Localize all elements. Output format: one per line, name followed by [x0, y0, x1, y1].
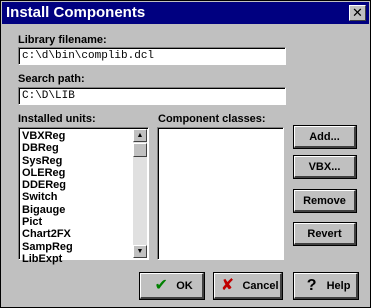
list-item[interactable]: SampReg	[22, 241, 132, 253]
list-item[interactable]: Switch	[22, 191, 132, 203]
title-bar: Install Components ✕	[2, 2, 369, 24]
search-path-label: Search path:	[18, 73, 85, 85]
x-icon: ✘	[220, 277, 235, 295]
list-item[interactable]: OLEReg	[22, 167, 132, 179]
scroll-down-icon[interactable]: ▼	[133, 245, 147, 258]
vbx-button-label: VBX...	[308, 161, 341, 173]
window-title: Install Components	[6, 4, 146, 21]
list-item[interactable]: Chart2FX	[22, 228, 132, 240]
list-item[interactable]: Pict	[22, 216, 132, 228]
search-path-field[interactable]: C:\D\LIB	[18, 87, 286, 105]
cancel-button[interactable]: ✘ Cancel	[213, 272, 283, 300]
question-icon: ?	[306, 277, 317, 295]
list-item[interactable]: DBReg	[22, 142, 132, 154]
list-item[interactable]: DDEReg	[22, 179, 132, 191]
remove-button-label: Remove	[303, 195, 346, 207]
cancel-button-label: Cancel	[242, 280, 279, 292]
installed-units-scrollbar[interactable]: ▲ ▼	[133, 129, 147, 258]
install-components-dialog: Install Components ✕ Library filename: c…	[0, 0, 371, 308]
help-button-label: Help	[326, 280, 351, 292]
list-item[interactable]: VBXReg	[22, 130, 132, 142]
component-classes-list[interactable]	[157, 127, 284, 260]
library-filename-label: Library filename:	[18, 34, 107, 46]
list-item[interactable]: SysReg	[22, 155, 132, 167]
list-item[interactable]: LibExpt	[22, 253, 132, 265]
library-filename-field[interactable]: c:\d\bin\complib.dcl	[18, 47, 286, 65]
close-icon: ✕	[352, 5, 363, 20]
help-button[interactable]: ? Help	[293, 272, 359, 300]
ok-button[interactable]: ✔ OK	[139, 272, 205, 300]
installed-units-list[interactable]: VBXReg DBReg SysReg OLEReg DDEReg Switch Bigau…	[18, 127, 149, 265]
scroll-up-icon[interactable]: ▲	[133, 129, 147, 142]
add-button-label: Add...	[309, 131, 340, 143]
installed-units-items: VBXReg DBReg SysReg OLEReg DDEReg Switch Bigau…	[22, 130, 132, 265]
scroll-thumb[interactable]	[133, 143, 147, 157]
revert-button-label: Revert	[307, 228, 342, 240]
ok-button-label: OK	[176, 280, 193, 292]
list-item[interactable]: Bigauge	[22, 204, 132, 216]
vbx-button[interactable]: VBX...	[293, 155, 357, 179]
installed-units-label: Installed units:	[18, 113, 96, 125]
close-button[interactable]: ✕	[349, 5, 366, 21]
component-classes-label: Component classes:	[158, 113, 266, 125]
check-icon: ✔	[154, 277, 168, 295]
add-button[interactable]: Add...	[293, 125, 357, 149]
remove-button[interactable]: Remove	[293, 189, 357, 213]
revert-button[interactable]: Revert	[293, 222, 357, 246]
